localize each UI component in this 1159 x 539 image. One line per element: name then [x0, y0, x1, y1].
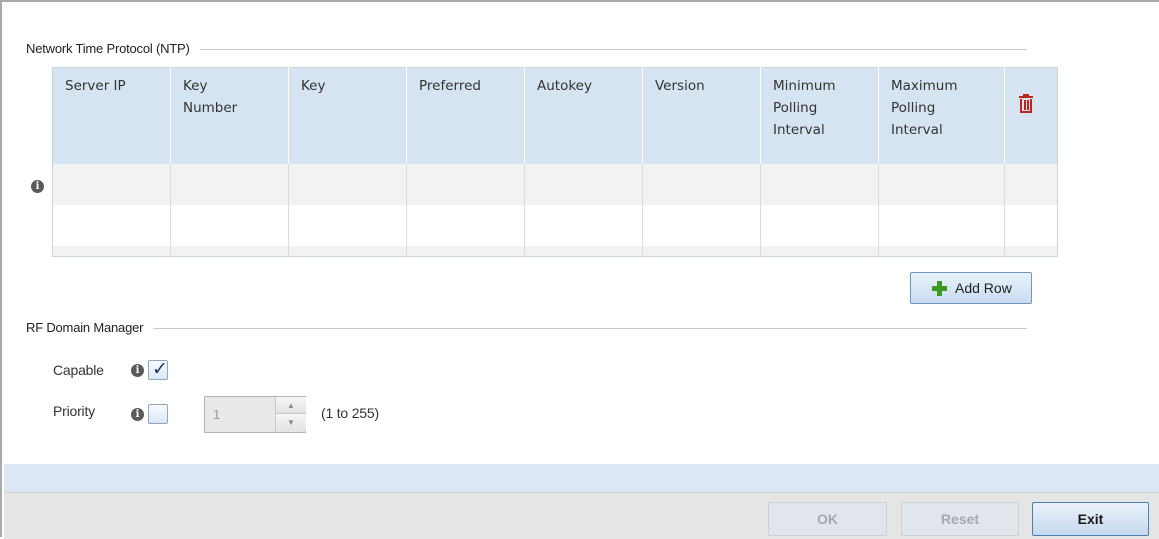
- priority-checkbox[interactable]: [148, 404, 168, 424]
- ok-button[interactable]: OK: [768, 502, 887, 536]
- table-cell[interactable]: [288, 163, 407, 205]
- table-cell[interactable]: [878, 204, 1005, 246]
- checkmark-icon: ✓: [152, 358, 168, 380]
- reset-button[interactable]: Reset: [901, 502, 1019, 536]
- stepper-buttons: ▲ ▼: [275, 397, 306, 432]
- table-cell[interactable]: [760, 245, 879, 257]
- table-cell[interactable]: [52, 204, 171, 246]
- priority-input[interactable]: [205, 397, 275, 432]
- status-band: [4, 464, 1159, 492]
- column-header-autokey[interactable]: Autokey: [524, 67, 643, 164]
- info-icon[interactable]: i: [31, 180, 44, 193]
- table-cell[interactable]: [52, 163, 171, 205]
- table-cell[interactable]: [406, 204, 525, 246]
- info-icon[interactable]: i: [131, 364, 144, 377]
- table-cell[interactable]: [406, 245, 525, 257]
- priority-stepper: ▲ ▼: [204, 396, 306, 433]
- column-header-delete: [1004, 67, 1058, 164]
- table-cell[interactable]: [642, 204, 761, 246]
- column-header-preferred[interactable]: Preferred: [406, 67, 525, 164]
- priority-label: Priority: [53, 403, 95, 419]
- ntp-section-title: Network Time Protocol (NTP): [26, 41, 200, 56]
- stepper-down-icon[interactable]: ▼: [276, 414, 306, 431]
- ntp-server-table: Server IP Key Number Key Preferred Autoke…: [52, 67, 1058, 257]
- table-cell[interactable]: [170, 245, 289, 257]
- table-cell[interactable]: [1004, 245, 1058, 257]
- table-cell[interactable]: [170, 204, 289, 246]
- table-cell[interactable]: [878, 245, 1005, 257]
- table-cell[interactable]: [760, 163, 879, 205]
- rf-section-divider: [26, 328, 1027, 329]
- table-row[interactable]: [52, 204, 1058, 246]
- table-cell[interactable]: [1004, 163, 1058, 205]
- table-cell[interactable]: [52, 245, 171, 257]
- table-cell[interactable]: [288, 204, 407, 246]
- exit-button[interactable]: Exit: [1032, 502, 1149, 536]
- table-cell[interactable]: [524, 204, 643, 246]
- add-row-button[interactable]: Add Row: [910, 272, 1032, 304]
- stepper-up-icon[interactable]: ▲: [276, 397, 306, 414]
- table-cell[interactable]: [878, 163, 1005, 205]
- info-icon[interactable]: i: [131, 408, 144, 421]
- table-cell[interactable]: [288, 245, 407, 257]
- column-header-maximum-polling-interval[interactable]: Maximum Polling Interval: [878, 67, 1005, 164]
- rf-section-title: RF Domain Manager: [26, 320, 154, 335]
- plus-icon: [932, 280, 947, 296]
- column-header-version[interactable]: Version: [642, 67, 761, 164]
- priority-range-hint: (1 to 255): [321, 405, 379, 421]
- column-header-server-ip[interactable]: Server IP: [52, 67, 171, 164]
- table-header-row: Server IP Key Number Key Preferred Autoke…: [52, 67, 1058, 164]
- table-cell[interactable]: [524, 163, 643, 205]
- dialog-frame: Network Time Protocol (NTP) i Server IP …: [0, 0, 1159, 539]
- table-cell[interactable]: [760, 204, 879, 246]
- table-cell[interactable]: [406, 163, 525, 205]
- table-row[interactable]: [52, 245, 1058, 257]
- table-cell[interactable]: [642, 163, 761, 205]
- table-cell[interactable]: [642, 245, 761, 257]
- table-cell[interactable]: [170, 163, 289, 205]
- add-row-label: Add Row: [955, 280, 1012, 296]
- capable-checkbox[interactable]: ✓: [148, 358, 168, 380]
- column-header-key-number[interactable]: Key Number: [170, 67, 289, 164]
- column-header-key[interactable]: Key: [288, 67, 407, 164]
- table-cell[interactable]: [1004, 204, 1058, 246]
- table-row[interactable]: [52, 163, 1058, 205]
- trash-icon[interactable]: [1019, 94, 1033, 113]
- table-cell[interactable]: [524, 245, 643, 257]
- column-header-minimum-polling-interval[interactable]: Minimum Polling Interval: [760, 67, 879, 164]
- capable-label: Capable: [53, 362, 104, 378]
